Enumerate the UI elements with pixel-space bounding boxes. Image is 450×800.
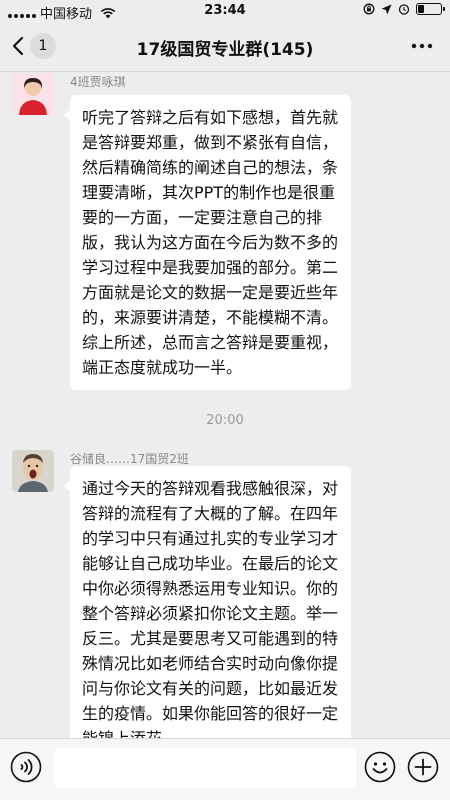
avatar[interactable]: [12, 73, 54, 115]
sender-name: 4班贾咏琪: [70, 75, 126, 89]
alarm-icon: [398, 4, 410, 15]
input-bar: [0, 738, 450, 800]
avatar[interactable]: [12, 450, 54, 492]
message-input[interactable]: [54, 748, 356, 788]
message-bubble[interactable]: 通过今天的答辩观看我感触很深，对答辩的流程有了大概的了解。在四年的学习中只有通过…: [64, 466, 351, 738]
nav-bar: 1 17级国贸专业群(145): [0, 22, 450, 72]
unread-badge: 1: [30, 33, 56, 59]
voice-icon[interactable]: [10, 751, 42, 783]
back-button[interactable]: 1: [12, 33, 56, 59]
chat-area[interactable]: 4班贾咏琪 听完了答辩之后有如下感想，首先就是答辩要郑重，做到不紧张有自信，然后…: [0, 73, 450, 738]
timestamp: 20:00: [206, 413, 244, 428]
location-icon: [381, 4, 392, 14]
plus-icon[interactable]: [407, 751, 439, 783]
emoji-icon[interactable]: [364, 751, 396, 783]
sender-name: 谷储良……17国贸2班: [70, 452, 189, 466]
orientation-lock-icon: [363, 3, 375, 15]
more-icon[interactable]: [410, 36, 434, 56]
chat-title: 17级国贸专业群(145): [136, 40, 314, 60]
battery-icon: [416, 3, 445, 15]
status-bar: 中国移动 23:44: [0, 0, 450, 22]
chevron-left-icon: [12, 36, 24, 56]
message-bubble[interactable]: 听完了答辩之后有如下感想，首先就是答辩要郑重，做到不紧张有自信，然后精确简练的阐…: [64, 95, 351, 390]
